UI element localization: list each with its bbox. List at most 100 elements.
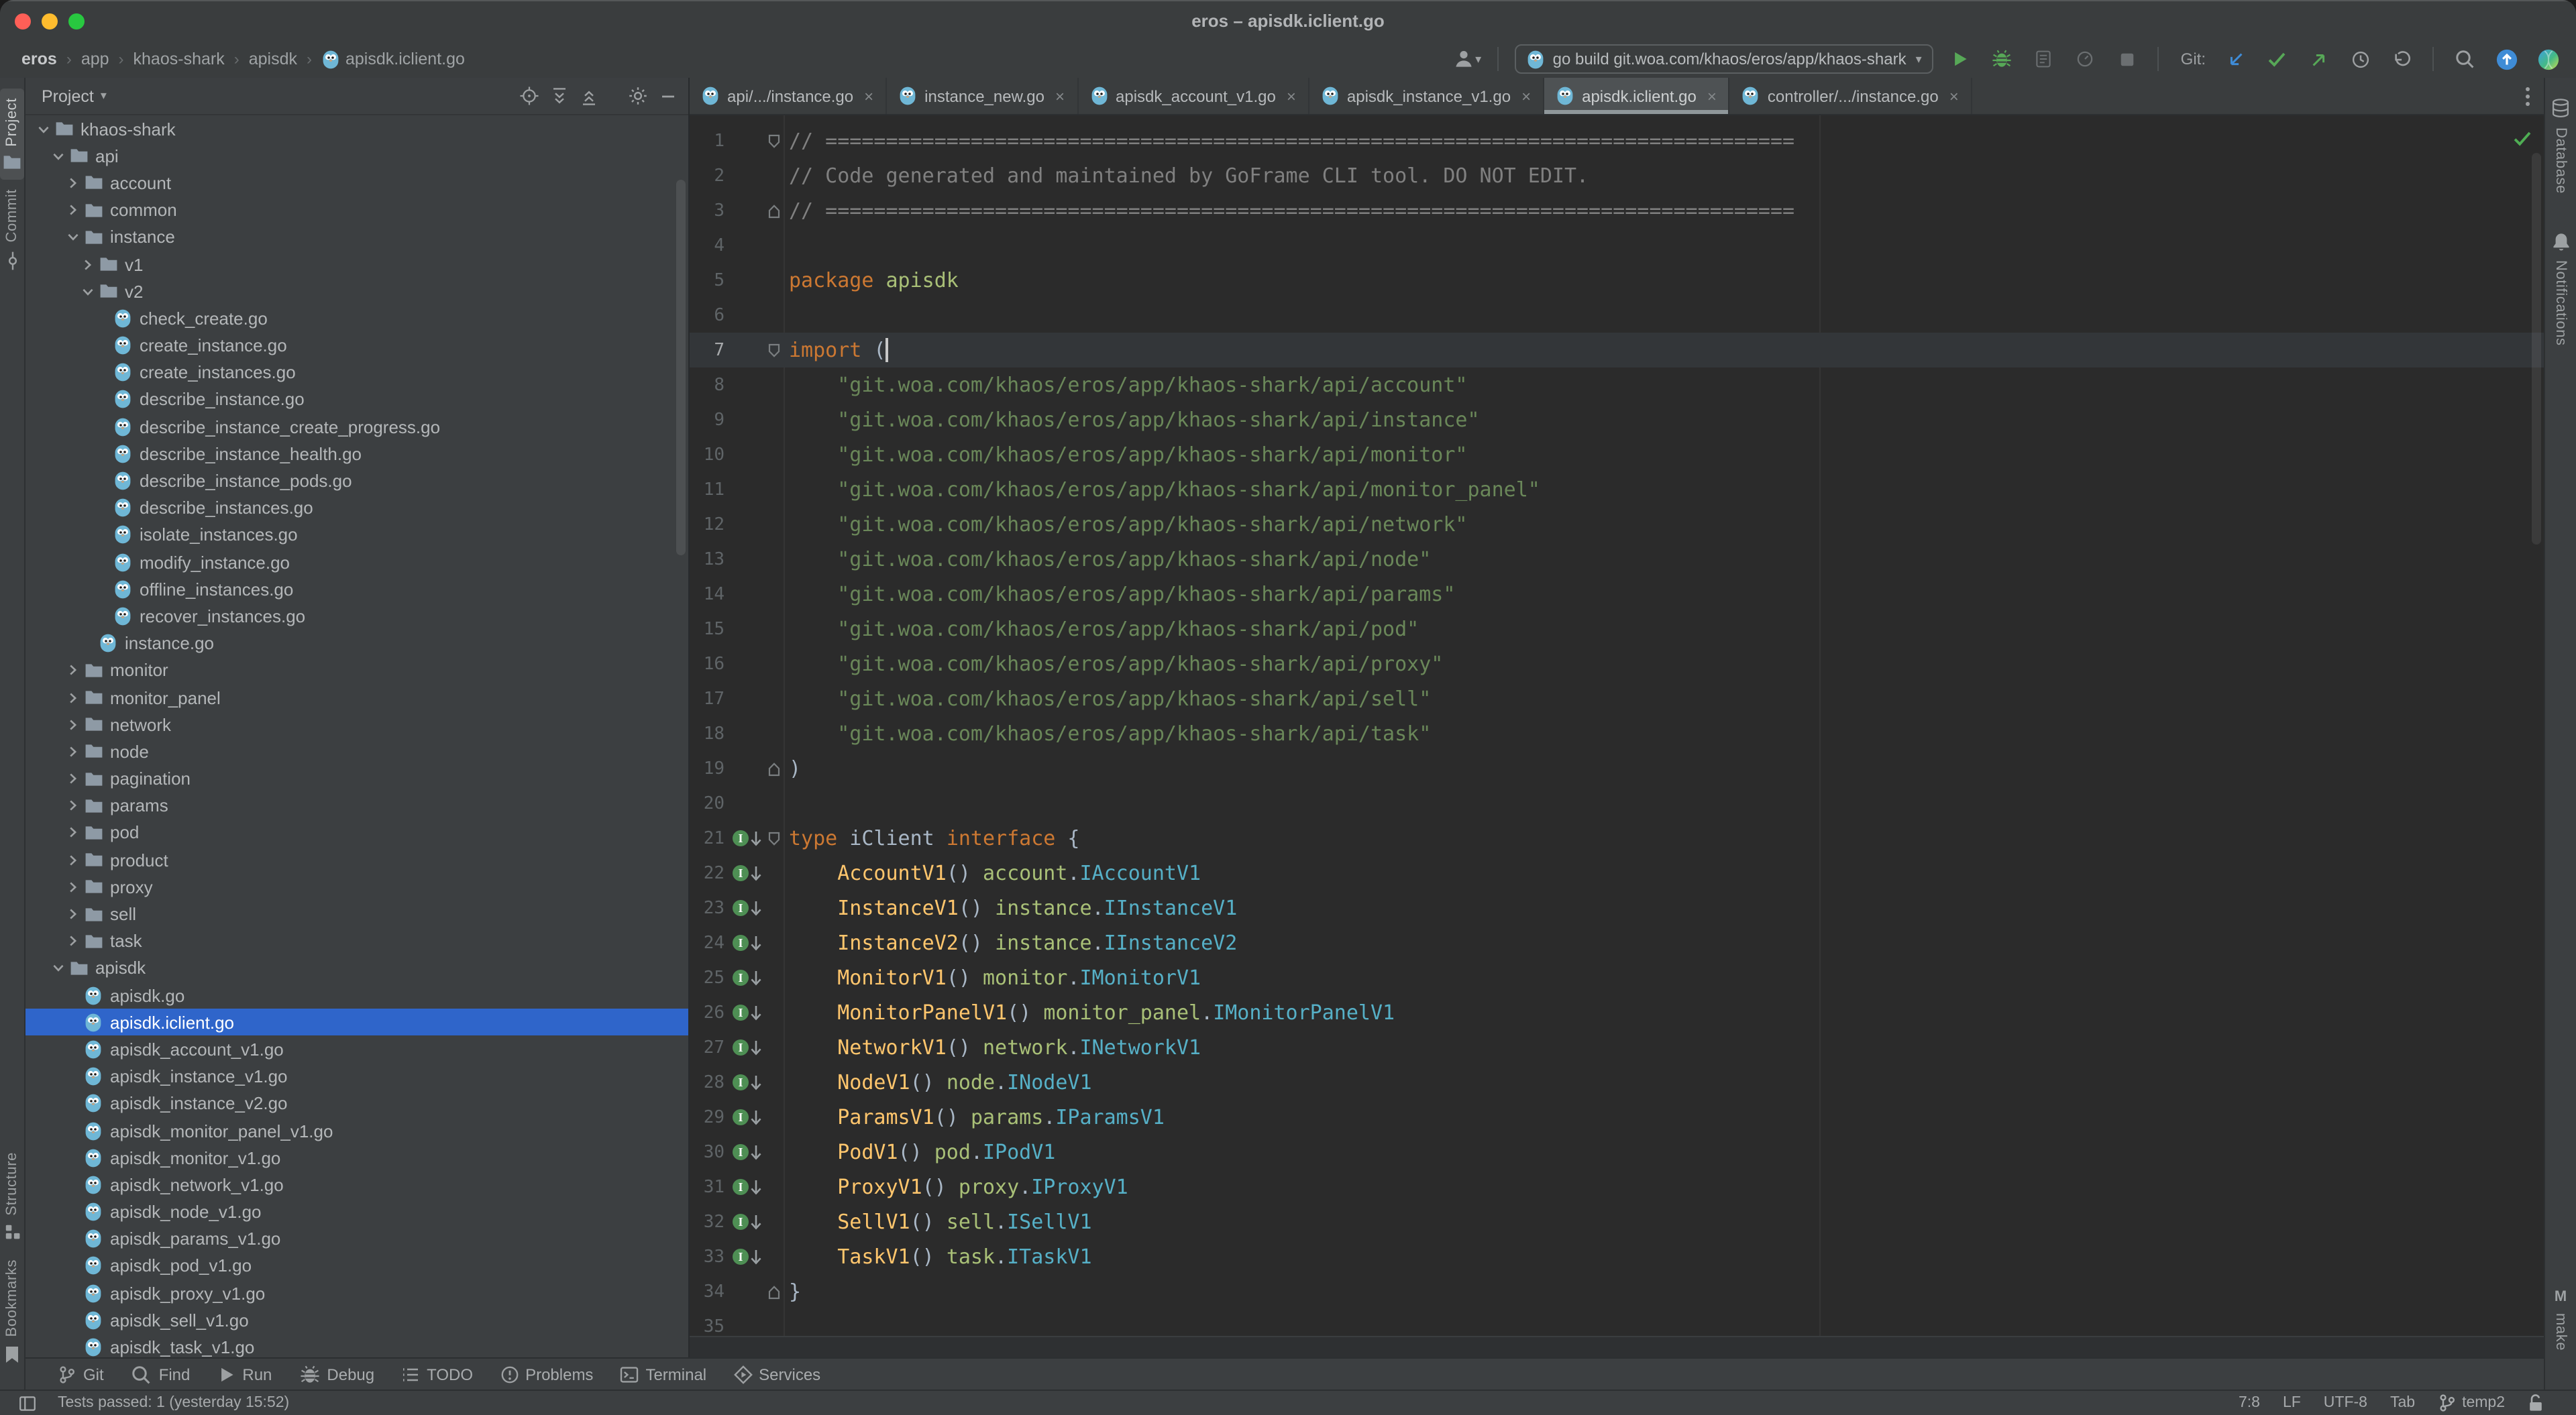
run-with-coverage-button[interactable] <box>2029 44 2059 74</box>
tree-row[interactable]: isolate_instances.go <box>25 522 688 549</box>
profiler-button[interactable] <box>2071 44 2100 74</box>
chevron-down-icon[interactable] <box>80 285 95 297</box>
tree-row[interactable]: modify_instance.go <box>25 549 688 575</box>
tree-row[interactable]: v1 <box>25 251 688 278</box>
tree-row[interactable]: apisdk_network_v1.go <box>25 1172 688 1198</box>
implementation-gutter-icon[interactable]: I <box>724 899 765 917</box>
implementation-gutter-icon[interactable]: I <box>724 1074 765 1091</box>
tool-window-button-database[interactable]: Database <box>2545 89 2576 203</box>
tree-row[interactable]: describe_instance_health.go <box>25 441 688 467</box>
tab-close-icon[interactable]: × <box>864 87 873 105</box>
stop-button[interactable] <box>2112 44 2142 74</box>
tree-row[interactable]: offline_instances.go <box>25 575 688 602</box>
chevron-right-icon[interactable] <box>80 258 95 270</box>
chevron-right-icon[interactable] <box>66 854 80 866</box>
fold-marker-icon[interactable] <box>765 343 784 357</box>
fold-marker-icon[interactable] <box>765 761 784 776</box>
editor-tab[interactable]: apisdk_account_v1.go× <box>1078 78 1309 114</box>
tree-row[interactable]: describe_instance_pods.go <box>25 467 688 494</box>
tree-row[interactable]: apisdk_monitor_panel_v1.go <box>25 1117 688 1144</box>
chevron-right-icon[interactable] <box>66 665 80 677</box>
indent-style[interactable]: Tab <box>2390 1395 2415 1411</box>
chevron-right-icon[interactable] <box>66 177 80 189</box>
tree-row[interactable]: apisdk.iclient.go <box>25 1009 688 1035</box>
editor-scrollbar[interactable] <box>2532 153 2541 545</box>
tab-close-icon[interactable]: × <box>1055 87 1065 105</box>
tree-row[interactable]: check_create.go <box>25 305 688 332</box>
close-button[interactable] <box>15 13 31 29</box>
collapse-all-button[interactable] <box>580 87 598 105</box>
tool-window-button-bookmarks[interactable]: Bookmarks <box>0 1251 24 1373</box>
chevron-right-icon[interactable] <box>66 908 80 920</box>
gear-icon[interactable] <box>628 86 648 106</box>
tool-window-button-debug[interactable]: Debug <box>285 1359 388 1390</box>
debug-button[interactable] <box>1988 44 2017 74</box>
tool-window-button-terminal[interactable]: Terminal <box>606 1359 720 1390</box>
caret-position[interactable]: 7:8 <box>2239 1395 2260 1411</box>
chevron-right-icon[interactable] <box>66 800 80 812</box>
tab-options-button[interactable] <box>2512 78 2544 114</box>
chevron-right-icon[interactable] <box>66 935 80 947</box>
tool-window-button-todo[interactable]: TODO <box>388 1359 486 1390</box>
tree-row[interactable]: instance.go <box>25 630 688 657</box>
chevron-right-icon[interactable] <box>66 746 80 758</box>
implementation-gutter-icon[interactable]: I <box>724 830 765 847</box>
tree-row[interactable]: apisdk <box>25 955 688 982</box>
minimize-button[interactable] <box>42 13 58 29</box>
implementation-gutter-icon[interactable]: I <box>724 864 765 882</box>
implementation-gutter-icon[interactable]: I <box>724 1178 765 1196</box>
chevron-down-icon[interactable]: ▾ <box>101 89 107 103</box>
breadcrumb-item[interactable]: eros <box>21 50 57 68</box>
chevron-right-icon[interactable] <box>66 718 80 730</box>
tree-row[interactable]: apisdk_node_v1.go <box>25 1198 688 1225</box>
tree-row[interactable]: khaos-shark <box>25 115 688 142</box>
chevron-right-icon[interactable] <box>66 691 80 703</box>
implementation-gutter-icon[interactable]: I <box>724 1248 765 1265</box>
editor-tab[interactable]: controller/.../instance.go× <box>1730 78 1972 114</box>
tree-row[interactable]: common <box>25 196 688 223</box>
tree-row[interactable]: account <box>25 170 688 196</box>
tool-window-button-services[interactable]: Services <box>720 1359 834 1390</box>
implementation-gutter-icon[interactable]: I <box>724 1039 765 1056</box>
editor-tab[interactable]: api/.../instance.go× <box>690 78 887 114</box>
implementation-gutter-icon[interactable]: I <box>724 934 765 952</box>
git-commit-button[interactable] <box>2262 44 2292 74</box>
tree-row[interactable]: pod <box>25 819 688 846</box>
tree-row[interactable]: product <box>25 846 688 873</box>
project-panel-title[interactable]: Project <box>42 87 94 105</box>
fold-marker-icon[interactable] <box>765 1284 784 1299</box>
breadcrumb-item[interactable]: app <box>81 50 109 68</box>
locate-file-button[interactable] <box>519 86 539 106</box>
tool-window-button-notifications[interactable]: Notifications <box>2545 222 2576 355</box>
run-button[interactable] <box>1946 44 1976 74</box>
tool-window-button-run[interactable]: Run <box>203 1359 285 1390</box>
implementation-gutter-icon[interactable]: I <box>724 1213 765 1231</box>
expand-all-button[interactable] <box>550 87 569 105</box>
rollback-button[interactable] <box>2387 44 2416 74</box>
search-everywhere-button[interactable] <box>2450 44 2479 74</box>
fold-marker-icon[interactable] <box>765 203 784 218</box>
git-branch-widget[interactable]: temp2 <box>2438 1394 2505 1412</box>
editor-tab[interactable]: apisdk.iclient.go× <box>1544 78 1730 114</box>
chevron-down-icon[interactable] <box>51 150 66 162</box>
breadcrumb-item[interactable]: apisdk.iclient.go <box>321 49 465 69</box>
tree-row[interactable]: apisdk_task_v1.go <box>25 1334 688 1357</box>
tool-window-button-make[interactable]: Mmake <box>2545 1280 2576 1360</box>
tree-row[interactable]: apisdk_params_v1.go <box>25 1225 688 1252</box>
unlock-icon[interactable] <box>2528 1394 2544 1412</box>
chevron-down-icon[interactable] <box>36 123 51 135</box>
zoom-button[interactable] <box>68 13 85 29</box>
run-configuration-select[interactable]: go build git.woa.com/khaos/eros/app/khao… <box>1515 44 1934 74</box>
tool-window-button-problems[interactable]: Problems <box>486 1359 606 1390</box>
git-update-button[interactable] <box>2220 44 2250 74</box>
fold-marker-icon[interactable] <box>765 831 784 846</box>
tree-row[interactable]: describe_instance.go <box>25 386 688 413</box>
tree-row[interactable]: apisdk_instance_v2.go <box>25 1090 688 1117</box>
file-encoding[interactable]: UTF-8 <box>2324 1395 2367 1411</box>
implementation-gutter-icon[interactable]: I <box>724 969 765 986</box>
chevron-right-icon[interactable] <box>66 773 80 785</box>
tool-window-button-commit[interactable]: Commit <box>0 180 24 280</box>
tab-close-icon[interactable]: × <box>1521 87 1531 105</box>
hide-panel-button[interactable] <box>659 87 678 105</box>
implementation-gutter-icon[interactable]: I <box>724 1109 765 1126</box>
